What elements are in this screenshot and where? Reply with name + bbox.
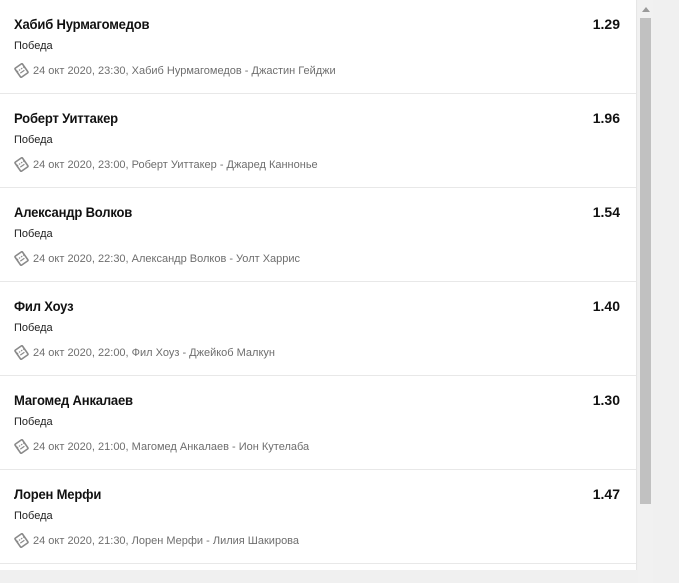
ticket-icon <box>14 439 29 454</box>
bet-item[interactable]: Фил Хоуз 1.40 Победа 24 окт 2020, 22:00,… <box>0 282 636 376</box>
bet-odds: 1.29 <box>592 16 620 32</box>
bet-item[interactable]: Роберт Уиттакер 1.96 Победа 24 окт 2020,… <box>0 94 636 188</box>
bet-odds: 1.96 <box>592 110 620 126</box>
bet-market: Победа <box>14 228 53 240</box>
bet-event-info: 24 окт 2020, 21:00, Магомед Анкалаев - И… <box>14 439 309 454</box>
bet-market: Победа <box>14 134 53 146</box>
bet-odds: 1.54 <box>592 204 620 220</box>
ticket-icon <box>14 251 29 266</box>
bet-selection-name: Хабиб Нурмагомедов <box>14 16 150 32</box>
bet-event-text: 24 окт 2020, 21:30, Лорен Мерфи - Лилия … <box>33 534 300 547</box>
bet-event-text: 24 окт 2020, 23:30, Хабиб Нурмагомедов -… <box>33 64 336 77</box>
bet-market: Победа <box>14 510 53 522</box>
bet-event-info: 24 окт 2020, 22:00, Фил Хоуз - Джейкоб М… <box>14 345 275 360</box>
bet-event-info: 24 окт 2020, 23:30, Хабиб Нурмагомедов -… <box>14 63 336 78</box>
bet-event-info: 24 окт 2020, 22:30, Александр Волков - У… <box>14 251 300 266</box>
bet-odds: 1.40 <box>592 298 620 314</box>
bet-selection-name: Александр Волков <box>14 204 133 220</box>
bet-event-text: 24 окт 2020, 23:00, Роберт Уиттакер - Дж… <box>33 158 318 171</box>
bet-item[interactable]: Хабиб Нурмагомедов 1.29 Победа 24 окт 20… <box>0 0 636 94</box>
ticket-icon <box>14 345 29 360</box>
bet-event-text: 24 окт 2020, 22:30, Александр Волков - У… <box>33 252 301 265</box>
bet-event-info: 24 окт 2020, 23:00, Роберт Уиттакер - Дж… <box>14 157 318 172</box>
bet-event-info: 24 окт 2020, 21:30, Лорен Мерфи - Лилия … <box>14 533 299 548</box>
bet-item[interactable]: Лорен Мерфи 1.47 Победа 24 окт 2020, 21:… <box>0 470 636 564</box>
bet-event-text: 24 окт 2020, 22:00, Фил Хоуз - Джейкоб М… <box>33 346 275 359</box>
bet-slip-list: Хабиб Нурмагомедов 1.29 Победа 24 окт 20… <box>0 0 637 570</box>
bet-selection-name: Лорен Мерфи <box>14 486 102 502</box>
ticket-icon <box>14 533 29 548</box>
scrollbar-thumb[interactable] <box>640 18 651 504</box>
bet-market: Победа <box>14 40 53 52</box>
bet-event-text: 24 окт 2020, 21:00, Магомед Анкалаев - И… <box>33 440 310 453</box>
bet-item[interactable]: Магомед Анкалаев 1.30 Победа 24 окт 2020… <box>0 376 636 470</box>
bet-market: Победа <box>14 416 53 428</box>
bet-selection-name: Фил Хоуз <box>14 298 74 314</box>
bet-odds: 1.30 <box>592 392 620 408</box>
bet-selection-name: Роберт Уиттакер <box>14 110 118 126</box>
bet-selection-name: Магомед Анкалаев <box>14 392 133 408</box>
ticket-icon <box>14 63 29 78</box>
bet-item[interactable]: Александр Волков 1.54 Победа 24 окт 2020… <box>0 188 636 282</box>
scroll-up-arrow-icon[interactable] <box>638 2 653 16</box>
bet-market: Победа <box>14 322 53 334</box>
vertical-scrollbar[interactable] <box>638 0 653 583</box>
bet-odds: 1.47 <box>592 486 620 502</box>
ticket-icon <box>14 157 29 172</box>
